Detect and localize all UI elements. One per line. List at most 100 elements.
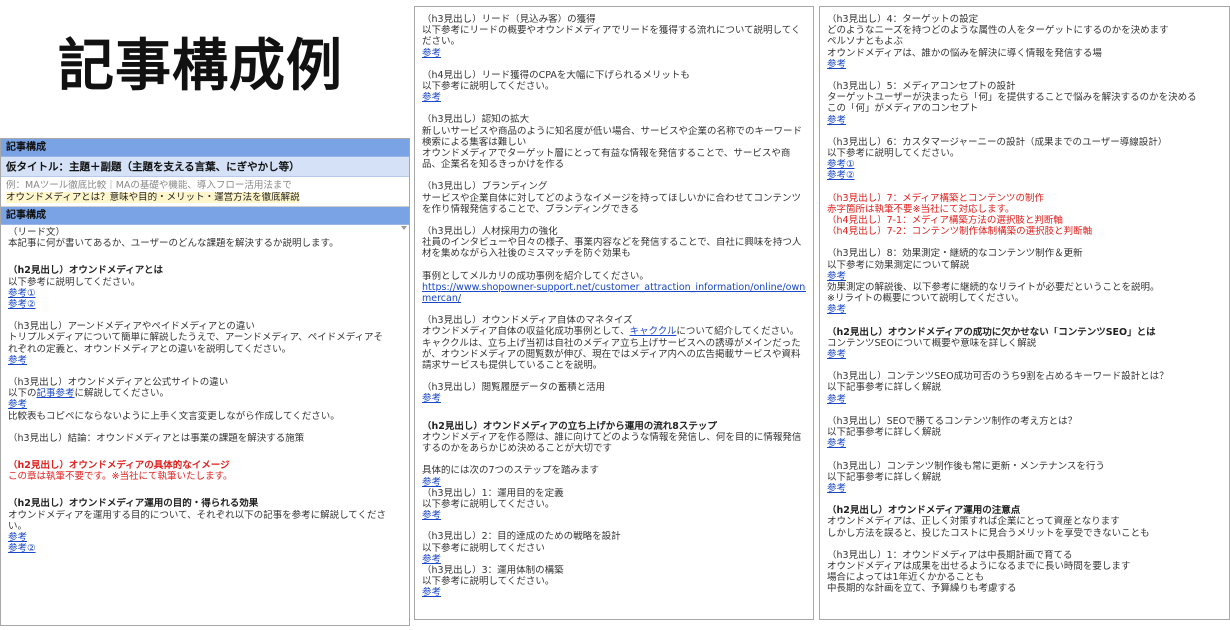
note-red: この章は執筆不要です。※当社にて執筆いたします。 [8, 471, 233, 483]
body-text: 社員のインタビューや日々の様子、事業内容などを発信することで、自社に興味を持つ人 [422, 237, 802, 249]
reference-link[interactable]: 参考 [422, 510, 441, 521]
body-text: 以下参考に説明してください。 [422, 81, 555, 93]
body-text: 以下参考に説明してください。 [422, 576, 555, 588]
reference-link[interactable]: 参考 [827, 59, 846, 70]
heading-h3: （h3見出し）認知の拡大 [422, 114, 530, 126]
body-text: オウンドメディア自体の収益化成功事例として、 [422, 326, 630, 338]
body-text: ターゲットユーザーが決まったら「何」を提供することで悩みを解決するのかを決める [827, 92, 1197, 104]
reference-link[interactable]: 参考② [827, 170, 855, 181]
heading-h4-red: （h4見出し）7-1：メディア構築方法の選択肢と判断軸 [827, 215, 1063, 227]
heading-h3: （h3見出し）ブランディング [422, 181, 548, 193]
scroll-down-icon[interactable] [401, 226, 407, 230]
body-text: い。 [8, 520, 28, 532]
reference-link[interactable]: 参考② [8, 299, 36, 310]
article-structure-panel-3: （h3見出し）4：ターゲットの設定 どのようなニーズを持つどのような属性の人をタ… [819, 6, 1230, 620]
inline-reference-link[interactable]: キャククル [630, 326, 677, 337]
body-text: 以下の [8, 388, 37, 400]
article-structure-panel-1: 記事構成 仮タイトル：主題＋副題（主題を支える言葉、にぎやかし等） 例：MAツー… [0, 138, 410, 626]
reference-link[interactable]: 参考 [827, 349, 846, 360]
reference-link[interactable]: 参考 [422, 587, 441, 598]
reference-link[interactable]: 参考① [827, 159, 855, 170]
structure-body[interactable]: （h3見出し）4：ターゲットの設定 どのようなニーズを持つどのような属性の人をタ… [820, 7, 1229, 595]
url-link[interactable]: mercan/ [422, 293, 461, 304]
body-text: 以下参考に説明してください。 [827, 148, 960, 160]
body-text: 効果測定の解説後、以下参考に継続的なリライトが必要だということを説明。 [827, 282, 1160, 294]
inline-reference-link[interactable]: 記事参考 [37, 388, 75, 399]
body-text: 事例としてメルカリの成功事例を紹介してください。 [422, 270, 649, 282]
heading-h3: （h3見出し）人材採用力の強化 [422, 226, 558, 238]
body-text: オウンドメディアは成果を出せるようになるまでに長い時間を要します [827, 560, 1131, 572]
heading-h3: （h3見出し）4：ターゲットの設定 [827, 14, 979, 25]
note-red: 赤字箇所は執筆不要※当社にて対応します。 [827, 203, 1015, 215]
body-text: 請求サービスも提供していることを説明。 [422, 360, 603, 372]
body-text: が、オウンドメディアの閲覧数が伸び、現在ではメディア内への広告掲載サービスや資料 [422, 348, 801, 360]
heading-h3: （h3見出し）コンテンツ制作後も常に更新・メンテナンスを行う [827, 460, 1105, 472]
heading-h2-red: （h2見出し）オウンドメディアの具体的なイメージ [8, 460, 230, 472]
reference-link[interactable]: 参考 [8, 355, 27, 366]
body-text: この「何」がメディアのコンセプト [827, 103, 979, 115]
reference-link[interactable]: 参考 [422, 393, 441, 404]
body-text: 中長期的な計画を立て、予算繰りも考慮する [827, 583, 1017, 595]
body-text: 新しいサービスや商品のように知名度が低い場合、サービスや企業の名称でのキーワード [422, 125, 803, 137]
heading-h3: （h3見出し）アーンドメディアやペイドメディアとの違い [8, 321, 255, 333]
reference-link[interactable]: 参考 [827, 483, 846, 494]
body-text: オウンドメディアを作る際は、誰に向けてどのような情報を発信し、何を目的に情報発信 [422, 431, 802, 443]
body-text: 検索による集客は難しい [422, 136, 527, 148]
body-text: オウンドメディアは、正しく対策すれば企業にとって資産となります [827, 516, 1120, 528]
url-link[interactable]: https://www.shopowner-support.net/custom… [422, 282, 806, 293]
reference-link[interactable]: 参考 [8, 532, 27, 543]
example-title-value: オウンドメディアとは？意味や目的・メリット・運営方法を徹底解説 [6, 192, 300, 203]
body-text: 品、企業名を知るきっかけを作る [422, 159, 565, 171]
heading-h3: （h3見出し）SEOで勝てるコンテンツ制作の考え方とは？ [827, 415, 1078, 427]
reference-link[interactable]: 参考 [8, 399, 27, 410]
body-text: を作り情報発信することで、ブランディングできる [422, 203, 639, 215]
body-text: 以下参考に説明してください。 [8, 276, 141, 288]
reference-link[interactable]: 参考① [8, 288, 36, 299]
body-text: 材を集めながら入社後のミスマッチを防ぐ効果も [422, 248, 631, 260]
reference-link[interactable]: 参考 [827, 115, 846, 126]
article-structure-panel-2: （h3見出し）リード（見込み客）の獲得 以下参考にリードの概要やオウンドメディア… [414, 6, 814, 620]
structure-body[interactable]: （h3見出し）リード（見込み客）の獲得 以下参考にリードの概要やオウンドメディア… [415, 7, 813, 599]
body-text: ペルソナともよぶ [827, 36, 904, 48]
heading-h3: （h3見出し）結論：オウンドメディアとは事業の課題を解決する施策 [8, 432, 305, 444]
body-text: トリプルメディアについて簡単に解説したうえで、アーンドメディア、ペイドメディアそ [8, 332, 384, 344]
body-text: キャククルは、立ち上げ当初は自社のメディア立ち上げサービスへの誘導がメインだった [422, 337, 801, 349]
reference-link[interactable]: 参考 [422, 48, 441, 59]
reference-link[interactable]: 参考 [422, 92, 441, 103]
body-text: コンテンツSEOについて概要や意味を詳しく解説 [827, 337, 1037, 349]
heading-h3: （h3見出し）コンテンツSEO成功可否のうち9割を占めるキーワード設計とは？ [827, 371, 1169, 383]
body-text: 具体的には次の7つのステップを踏みます [422, 465, 600, 477]
body-text: するのかをあらかじめ決めることが大切です [422, 443, 613, 455]
page-title: 記事構成例 [58, 34, 343, 99]
body-text: について紹介してください。 [676, 326, 800, 338]
heading-h2: （h2見出し）オウンドメディアとは [8, 265, 164, 277]
reference-link[interactable]: 参考 [422, 477, 441, 488]
structure-body[interactable]: （リード文） 本記事に何が書いてあるか、ユーザーのどんな課題を解決するか説明しま… [1, 225, 409, 554]
heading-h3: （h3見出し）1：オウンドメディアは中長期計画で育てる [827, 549, 1073, 561]
reference-link[interactable]: 参考 [827, 394, 846, 405]
tentative-title-header: 仮タイトル：主題＋副題（主題を支える言葉、にぎやかし等） [1, 157, 409, 177]
body-text: 以下記事参考に詳しく解説 [827, 471, 942, 483]
body-text: 以下参考に説明してください [422, 542, 545, 554]
body-text: 以下参考にリードの概要やオウンドメディアでリードを獲得する流れについて説明してく [422, 25, 801, 37]
reference-link[interactable]: 参考 [827, 271, 846, 282]
body-text: どのようなニーズを持つどのような属性の人をターゲットにするのかを決めます [827, 25, 1169, 37]
body-text: 場合によっては1年近くかかることも [827, 572, 985, 584]
heading-h4: （h4見出し）リード獲得のCPAを大幅に下げられるメリットも [422, 69, 690, 81]
lead-text: 本記事に何が書いてあるか、ユーザーのどんな課題を解決するか説明します。 [8, 238, 339, 250]
example-title-box[interactable]: 例：MAツール徹底比較｜MAの基礎や機能、導入フロー活用法まで オウンドメディア… [1, 177, 409, 207]
heading-h3: （h3見出し）1：運用目的を定義 [422, 487, 564, 499]
heading-h3: （h3見出し）リード（見込み客）の獲得 [422, 14, 596, 25]
heading-h3: （h3見出し）オウンドメディア自体のマネタイズ [422, 315, 633, 327]
heading-h3: （h3見出し）閲覧履歴データの蓄積と活用 [422, 382, 606, 394]
heading-h2: （h2見出し）オウンドメディア運用の注意点 [827, 505, 1021, 517]
reference-link[interactable]: 参考 [422, 554, 441, 565]
heading-h3: （h3見出し）オウンドメディアと公式サイトの違い [8, 377, 229, 389]
example-title-hint: 例：MAツール徹底比較｜MAの基礎や機能、導入フロー活用法まで [6, 180, 292, 191]
body-text: 以下参考に説明してください。 [422, 498, 555, 510]
reference-link[interactable]: 参考② [8, 543, 36, 554]
body-text: オウンドメディアを運用する目的について、それぞれ以下の記事を参考に解説してくださ [8, 509, 387, 521]
lead-heading: （リード文） [8, 227, 66, 238]
reference-link[interactable]: 参考 [827, 304, 846, 315]
reference-link[interactable]: 参考 [827, 438, 846, 449]
